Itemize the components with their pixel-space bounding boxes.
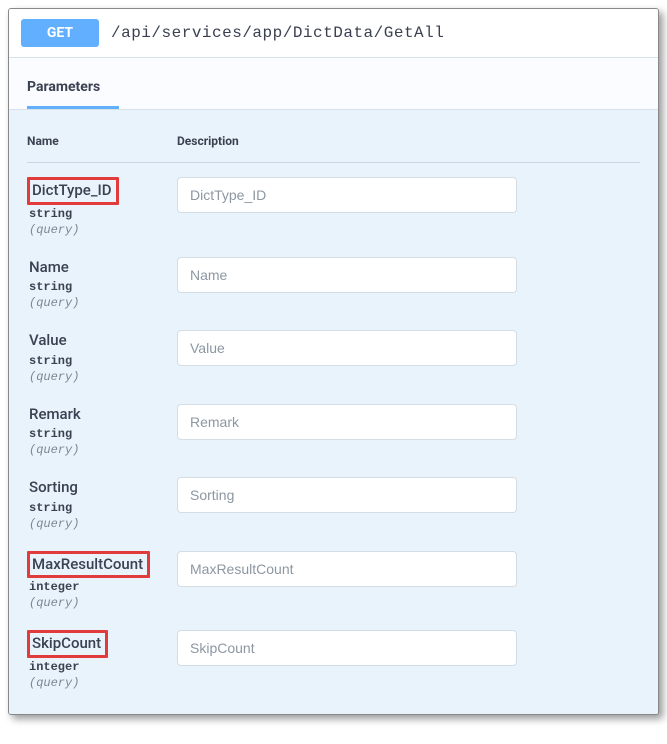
parameter-type: integer [27,580,177,594]
parameter-meta: SkipCount integer (query) [27,630,177,690]
parameter-input[interactable] [177,477,517,513]
parameter-row: SkipCount integer (query) [27,616,640,696]
parameter-input-cell [177,630,640,666]
parameters-table-header: Name Description [27,110,640,163]
parameter-row: Sorting string (query) [27,463,640,537]
api-endpoint-panel: GET /api/services/app/DictData/GetAll Pa… [8,8,659,715]
parameter-type: string [27,501,177,515]
parameter-type: string [27,354,177,368]
parameter-in: (query) [27,596,177,610]
parameter-input[interactable] [177,330,517,366]
parameter-meta: Sorting string (query) [27,477,177,531]
parameter-row: Value string (query) [27,316,640,390]
endpoint-header[interactable]: GET /api/services/app/DictData/GetAll [9,9,658,58]
parameter-row: MaxResultCountinteger (query) [27,537,640,617]
parameter-in: (query) [27,296,177,310]
parameter-meta: Remarkstring (query) [27,404,177,458]
parameter-type: string [27,427,177,441]
parameter-input-cell [177,477,640,513]
parameters-section: Name Description DictType_IDstring (query… [9,110,658,714]
parameter-input[interactable] [177,177,517,213]
parameter-input[interactable] [177,551,517,587]
parameter-name: Sorting [27,477,82,499]
parameter-in: (query) [27,223,177,237]
parameter-type: integer [27,660,177,674]
endpoint-path: /api/services/app/DictData/GetAll [111,24,444,42]
parameter-input[interactable] [177,404,517,440]
parameter-input[interactable] [177,257,517,293]
parameters-list: DictType_IDstring(query)Namestring(query… [27,163,640,696]
parameter-in: (query) [27,517,177,531]
parameter-input-cell [177,404,640,440]
parameter-name: DictType_ID [27,177,119,205]
parameter-input-cell [177,330,640,366]
tab-parameters[interactable]: Parameters [27,79,100,109]
parameter-in: (query) [27,676,177,690]
parameter-row: Remarkstring (query) [27,390,640,464]
parameter-in: (query) [27,443,177,457]
parameter-name: Remark [27,404,85,426]
parameter-name: Value [27,330,71,352]
parameter-type: string [27,207,177,221]
parameter-meta: MaxResultCountinteger (query) [27,551,177,611]
parameter-type: string [27,280,177,294]
column-header-description: Description [177,134,239,148]
tabs-bar: Parameters [9,58,658,110]
parameter-input[interactable] [177,630,517,666]
parameter-name: MaxResultCount [27,551,150,579]
parameter-row: Namestring (query) [27,243,640,317]
parameter-name: Name [27,257,73,279]
parameter-meta: Value string (query) [27,330,177,384]
parameter-meta: DictType_IDstring (query) [27,177,177,237]
parameter-in: (query) [27,370,177,384]
parameter-input-cell [177,257,640,293]
parameter-input-cell [177,551,640,587]
parameter-input-cell [177,177,640,213]
parameter-row: DictType_IDstring (query) [27,163,640,243]
parameter-meta: Namestring (query) [27,257,177,311]
parameter-name: SkipCount [27,630,108,658]
http-method-badge[interactable]: GET [21,19,99,47]
column-header-name: Name [27,134,177,148]
